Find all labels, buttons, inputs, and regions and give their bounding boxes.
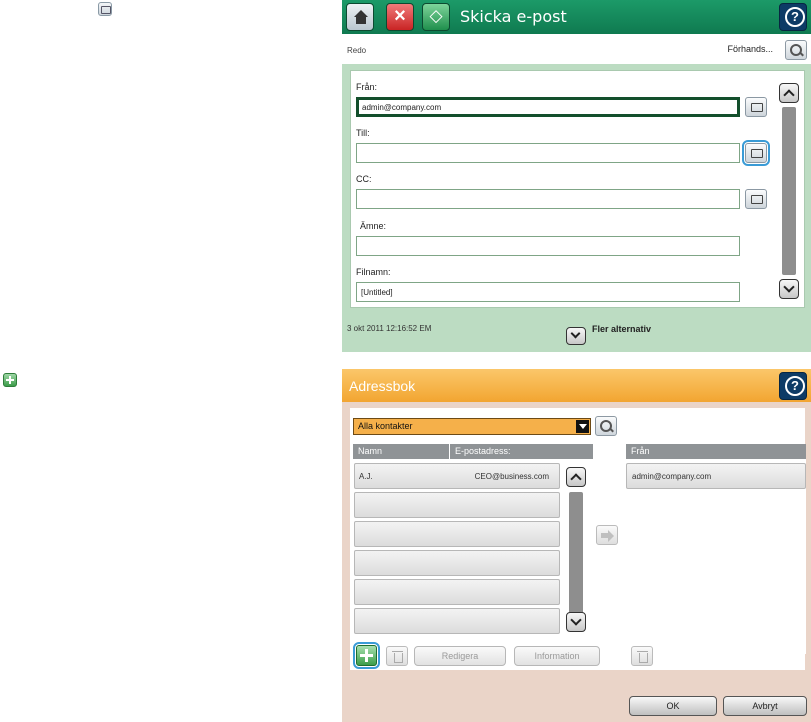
to-address-book-icon[interactable] [742, 140, 770, 166]
more-options-chevron-icon[interactable] [566, 327, 586, 345]
column-header-from: Från [626, 444, 806, 459]
trash-icon[interactable] [386, 646, 408, 666]
contact-email: CEO@business.com [474, 472, 549, 481]
cc-field[interactable] [356, 189, 740, 209]
filter-value: Alla kontakter [358, 421, 413, 431]
from-address-book-icon[interactable] [745, 97, 767, 117]
search-icon[interactable] [595, 416, 617, 436]
add-contact-icon [3, 373, 17, 387]
filename-label: Filnamn: [356, 267, 391, 277]
filename-field[interactable]: [Untitled] [356, 282, 740, 302]
addressbook-titlebar: Adressbok [342, 369, 811, 402]
home-icon[interactable] [346, 3, 374, 31]
addressbook-panel: Alla kontakter Namn E-postadress: A.J. C… [350, 408, 806, 670]
scroll-thumb[interactable] [782, 107, 796, 275]
addressbook-title: Adressbok [349, 378, 416, 394]
scroll-down-icon[interactable] [566, 612, 586, 632]
status-text: Redo [347, 46, 367, 55]
ok-button[interactable]: OK [629, 696, 717, 716]
to-field[interactable] [356, 143, 740, 163]
contact-row[interactable] [354, 608, 560, 634]
address-book-icon [98, 2, 112, 16]
information-button[interactable]: Information [514, 646, 600, 666]
trash-icon[interactable] [631, 646, 653, 666]
timestamp: 3 okt 2011 12:16:52 EM [347, 324, 432, 333]
contacts-filter-select[interactable]: Alla kontakter [353, 418, 591, 435]
cancel-button[interactable]: Avbryt [723, 696, 807, 716]
preview-label: Förhands... [727, 44, 773, 54]
cc-address-book-icon[interactable] [745, 189, 767, 209]
subject-field[interactable] [356, 236, 740, 256]
email-title: Skicka e-post [460, 7, 567, 26]
help-icon[interactable] [779, 372, 807, 400]
send-email-screen: Skicka e-post Redo Förhands... Från: adm… [342, 0, 811, 352]
email-statusbar: Redo Förhands... [342, 34, 811, 64]
email-form-panel: Från: admin@company.com Till: CC: Ämne: … [350, 70, 805, 308]
scroll-up-icon[interactable] [779, 83, 799, 103]
cc-label: CC: [356, 174, 372, 184]
from-field[interactable]: admin@company.com [356, 97, 740, 117]
more-options-label[interactable]: Fler alternativ [592, 324, 651, 334]
stop-icon[interactable] [386, 3, 414, 31]
contact-row[interactable] [354, 579, 560, 605]
scroll-up-icon[interactable] [566, 467, 586, 487]
from-list: Från admin@company.com [626, 444, 806, 654]
column-header-name: Namn [353, 444, 449, 459]
help-icon[interactable] [779, 3, 807, 31]
contact-row[interactable] [354, 550, 560, 576]
to-label: Till: [356, 128, 370, 138]
contact-row[interactable]: A.J. CEO@business.com [354, 463, 560, 489]
start-icon[interactable] [422, 3, 450, 31]
contact-row[interactable] [354, 492, 560, 518]
move-right-icon[interactable] [596, 525, 618, 545]
dropdown-arrow-icon[interactable] [576, 420, 589, 433]
subject-label: Ämne: [360, 221, 387, 231]
edit-button[interactable]: Redigera [414, 646, 506, 666]
scroll-thumb[interactable] [569, 492, 583, 628]
column-header-email: E-postadress: [450, 444, 593, 459]
scroll-down-icon[interactable] [779, 279, 799, 299]
contact-name: A.J. [359, 472, 373, 481]
contact-row[interactable] [354, 521, 560, 547]
from-label: Från: [356, 82, 378, 92]
form-scrollbar[interactable] [779, 79, 801, 307]
preview-search-icon[interactable] [785, 40, 807, 60]
email-titlebar: Skicka e-post [342, 0, 811, 34]
address-book-screen: Adressbok Alla kontakter Namn E-postadre… [342, 369, 811, 722]
add-contact-icon[interactable] [353, 642, 380, 669]
from-list-item[interactable]: admin@company.com [626, 463, 806, 489]
email-form-frame: Från: admin@company.com Till: CC: Ämne: … [342, 64, 811, 352]
